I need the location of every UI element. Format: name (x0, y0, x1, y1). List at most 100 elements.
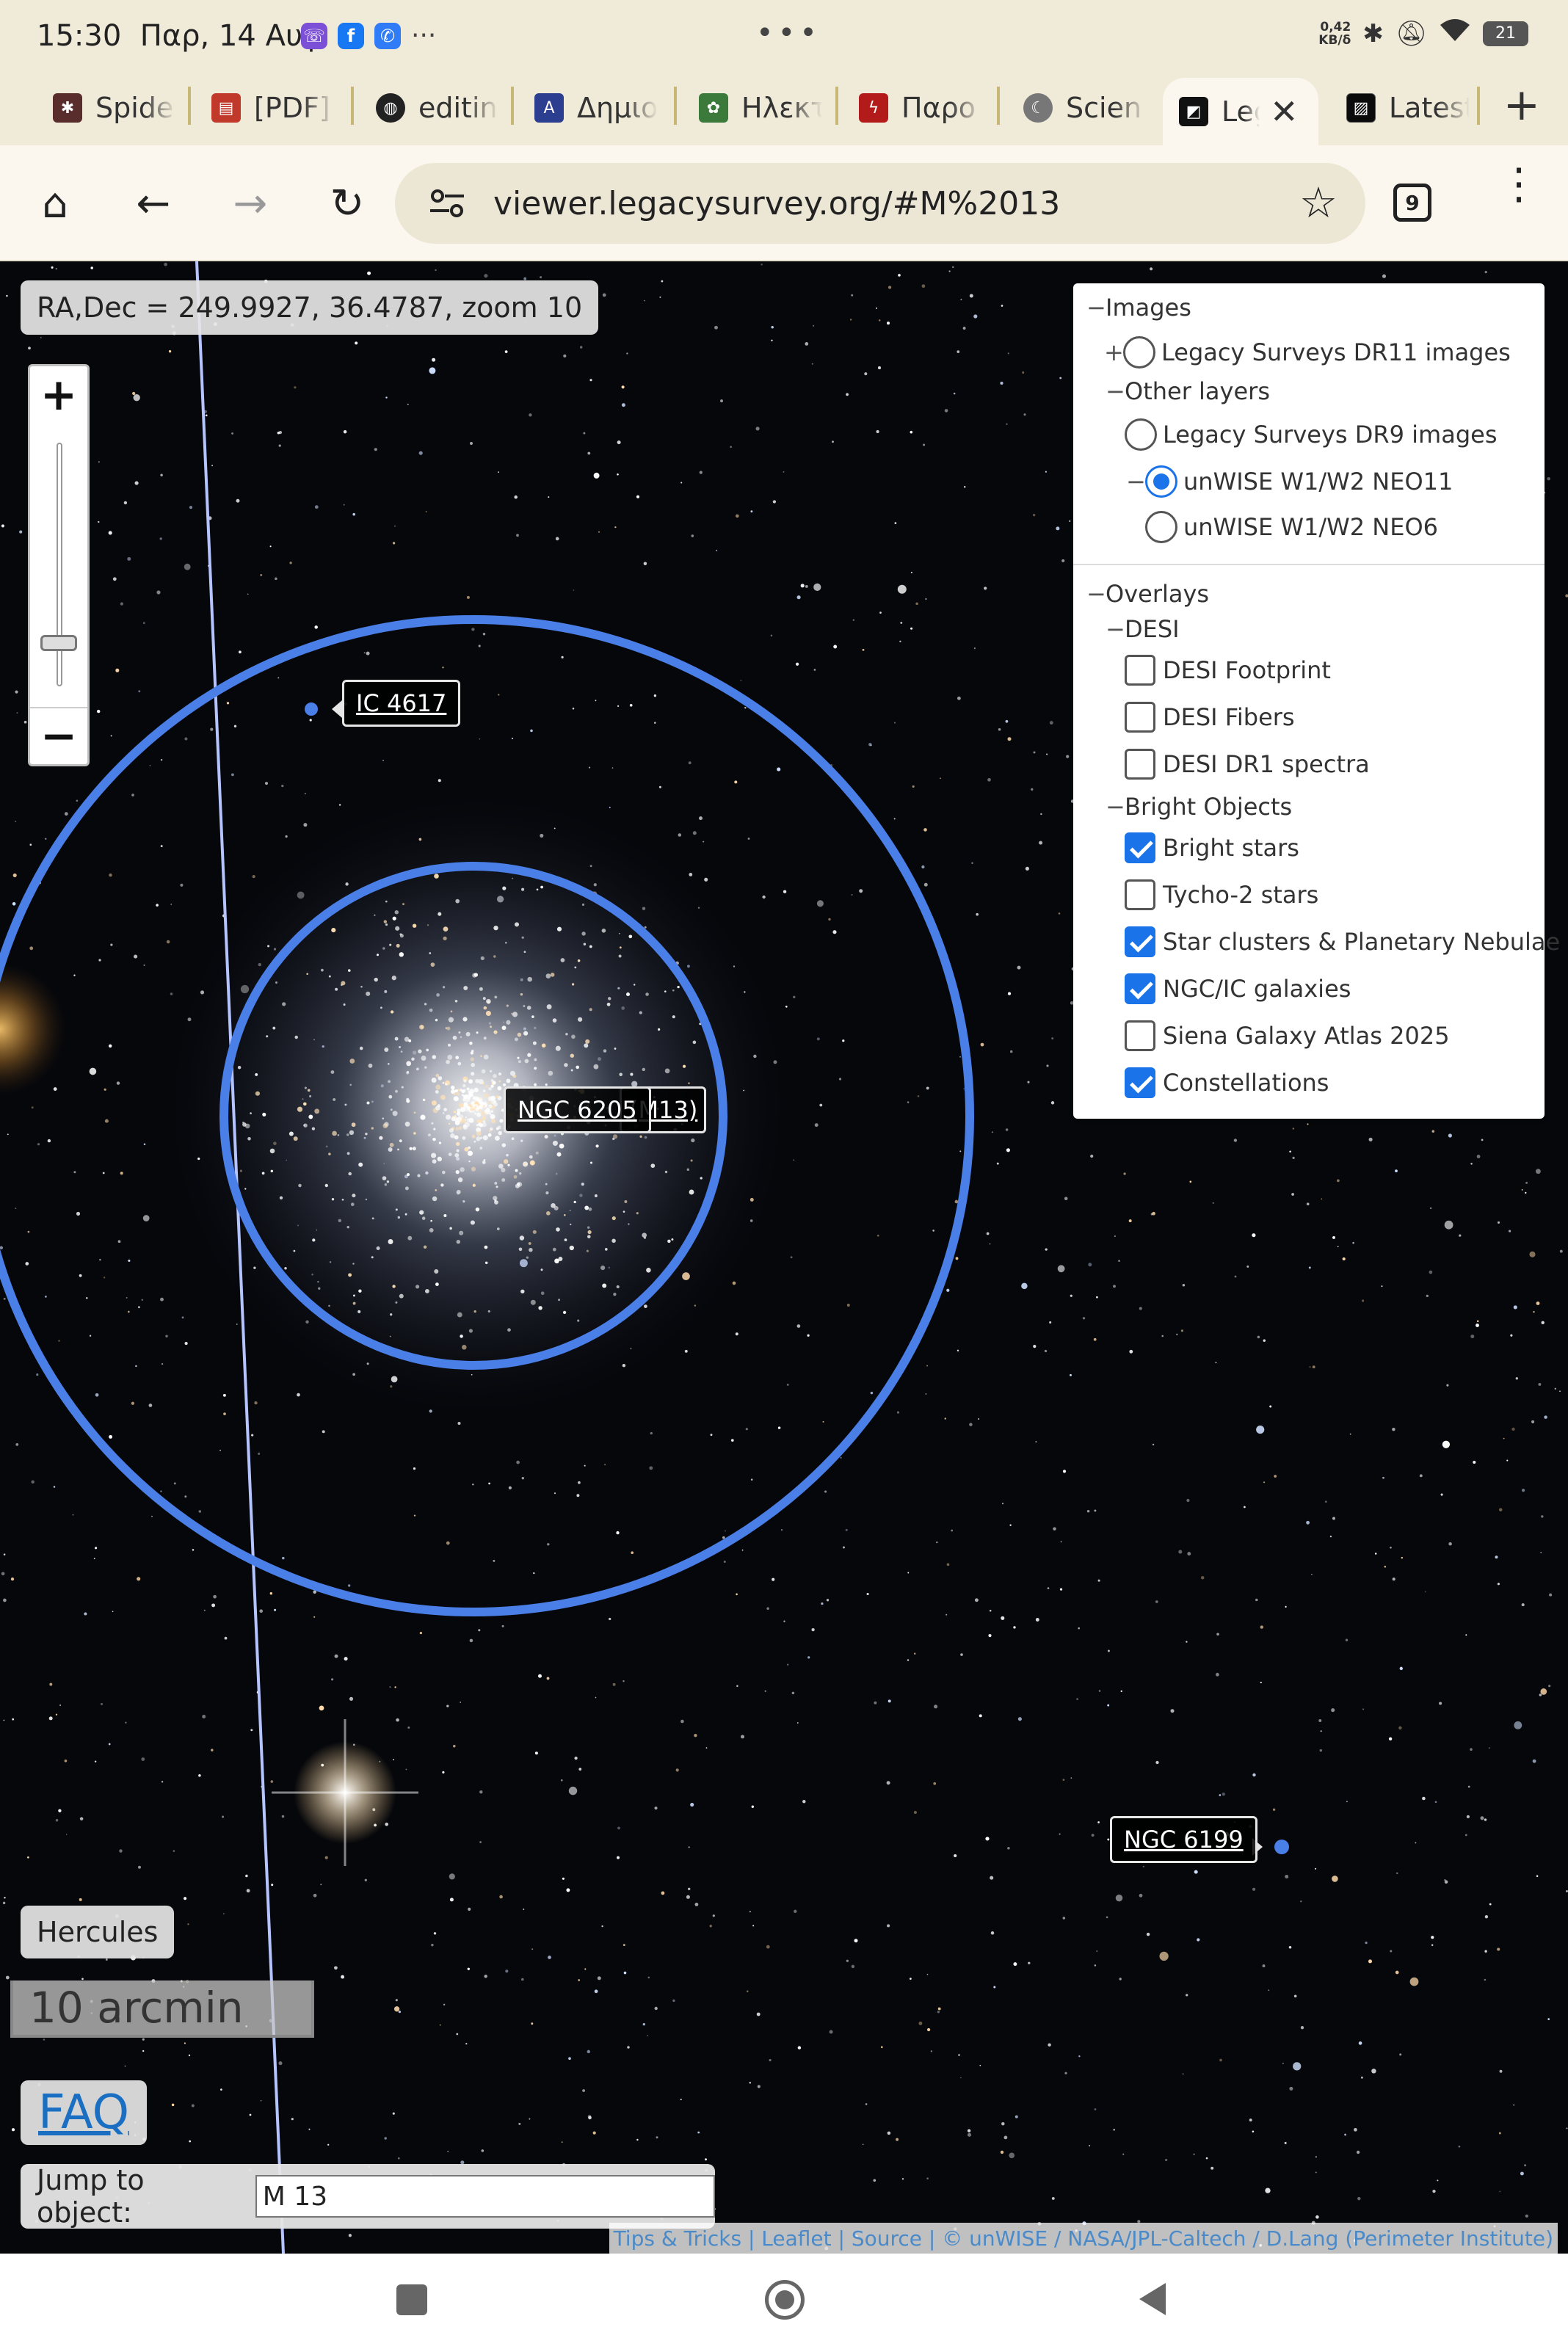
home-nav-icon[interactable] (765, 2280, 805, 2320)
checkbox-bright-stars[interactable] (1125, 832, 1155, 863)
star (1268, 1989, 1270, 1992)
star (1554, 1387, 1557, 1390)
tab-switcher-button[interactable]: 9 (1393, 184, 1431, 222)
zoom-in-button[interactable]: + (30, 366, 87, 424)
expand-toggle[interactable]: + (1104, 338, 1124, 366)
menu-icon[interactable]: ⋮ (1498, 162, 1540, 205)
desi-section[interactable]: − DESI (1106, 615, 1180, 643)
attribution[interactable]: Tips & Tricks | Leaflet | Source | © unW… (609, 2223, 1558, 2254)
bright-objects-section[interactable]: − Bright Objects (1106, 793, 1292, 821)
star (1216, 1633, 1219, 1635)
layer-neo11[interactable]: − unWISE W1/W2 NEO11 (1126, 465, 1453, 498)
overlay-desi-fibers[interactable]: DESI Fibers (1125, 702, 1295, 733)
star (988, 1634, 992, 1638)
checkbox-star-clusters[interactable] (1125, 926, 1155, 957)
star (181, 1316, 184, 1319)
overlay-tycho2[interactable]: Tycho-2 stars (1125, 879, 1318, 910)
star (1061, 559, 1065, 562)
ngc6199-marker[interactable] (1274, 1840, 1289, 1854)
star (1544, 1415, 1547, 1419)
cluster-star (586, 1249, 589, 1252)
star (405, 1768, 407, 1771)
images-section[interactable]: − Images (1086, 294, 1191, 322)
layer-dr11[interactable]: + Legacy Surveys DR11 images (1104, 336, 1511, 368)
tab-legacy-active[interactable]: ◩ Legacy ✕ (1163, 78, 1318, 145)
bookmark-star-icon[interactable]: ☆ (1299, 178, 1337, 228)
home-icon[interactable]: ⌂ (28, 176, 82, 230)
tab-astrovox[interactable]: A Δημιουργ (518, 78, 658, 138)
tab-editing[interactable]: ◍ editing (360, 78, 499, 138)
checkbox-desi-fibers[interactable] (1125, 702, 1155, 733)
back-icon[interactable]: ← (126, 176, 181, 230)
collapse-toggle[interactable]: − (1086, 294, 1106, 322)
star (1150, 267, 1153, 271)
overlays-section[interactable]: − Overlays (1086, 580, 1209, 608)
overlay-desi-dr1[interactable]: DESI DR1 spectra (1125, 749, 1370, 780)
other-layers-section[interactable]: − Other layers (1106, 377, 1270, 405)
overlay-constellations[interactable]: Constellations (1125, 1067, 1329, 1098)
overlay-desi-footprint[interactable]: DESI Footprint (1125, 655, 1331, 686)
cluster-star (639, 1135, 642, 1139)
cluster-star (520, 993, 523, 996)
cluster-star (389, 943, 392, 946)
recents-icon[interactable] (396, 2284, 427, 2315)
zoom-slider-handle[interactable] (40, 635, 77, 651)
layer-neo6[interactable]: unWISE W1/W2 NEO6 (1145, 511, 1438, 543)
star (1337, 1179, 1340, 1183)
address-bar[interactable]: viewer.legacysurvey.org/#M%2013 ☆ (395, 163, 1365, 244)
zoom-out-button[interactable]: − (30, 707, 87, 764)
checkbox-constellations[interactable] (1125, 1067, 1155, 1098)
radio-dr9[interactable] (1125, 418, 1157, 451)
label-ngc6205[interactable]: NGC 6205 (504, 1086, 651, 1133)
close-icon[interactable]: ✕ (1270, 92, 1299, 131)
layer-dr9[interactable]: Legacy Surveys DR9 images (1125, 418, 1497, 451)
checkbox-desi-footprint[interactable] (1125, 655, 1155, 686)
cluster-star (554, 1258, 559, 1264)
collapse-toggle[interactable]: − (1106, 377, 1125, 405)
overlay-bright-stars[interactable]: Bright stars (1125, 832, 1299, 863)
checkbox-ngc-ic[interactable] (1125, 973, 1155, 1004)
star (1107, 1838, 1110, 1841)
faq-link[interactable]: FAQ (21, 2080, 147, 2145)
collapse-toggle[interactable]: − (1126, 468, 1146, 495)
tab-paro[interactable]: ϟ Παρο (843, 78, 982, 138)
label-ic4617[interactable]: IC 4617 (342, 680, 461, 727)
radio-neo11[interactable] (1145, 465, 1177, 498)
star (849, 319, 852, 321)
star (76, 799, 79, 802)
star (1466, 1815, 1470, 1818)
star (1082, 1317, 1086, 1320)
collapse-toggle[interactable]: − (1086, 580, 1106, 608)
url-text[interactable]: viewer.legacysurvey.org/#M%2013 (493, 185, 1060, 222)
tab-spider[interactable]: ✱ Spider (37, 78, 176, 138)
browser-toolbar: ⌂ ← → ↻ viewer.legacysurvey.org/#M%2013 … (0, 145, 1568, 261)
jump-input[interactable] (255, 2175, 715, 2218)
sky-map[interactable]: RA,Dec = 249.9927, 36.4787, zoom 10 + − … (0, 261, 1568, 2254)
star (1050, 1101, 1055, 1105)
forward-icon[interactable]: → (223, 176, 277, 230)
checkbox-tycho2[interactable] (1125, 879, 1155, 910)
overlay-siena[interactable]: Siena Galaxy Atlas 2025 (1125, 1020, 1450, 1051)
radio-neo6[interactable] (1145, 511, 1177, 543)
ic4617-marker[interactable] (305, 702, 318, 716)
star (184, 1495, 187, 1498)
checkbox-siena[interactable] (1125, 1020, 1155, 1051)
star (649, 1466, 653, 1470)
back-nav-icon[interactable] (1136, 2281, 1169, 2320)
radio-dr11[interactable] (1123, 336, 1155, 368)
tab-science[interactable]: ☾ Scien (1007, 78, 1147, 138)
tab-latest[interactable]: ▨ Latest (1330, 78, 1470, 138)
overlay-ngc-ic[interactable]: NGC/IC galaxies (1125, 973, 1351, 1004)
window-handle-icon[interactable]: ••• (756, 16, 821, 50)
collapse-toggle[interactable]: − (1106, 793, 1125, 821)
tab-pdf[interactable]: ▤ [PDF] (195, 78, 335, 138)
overlay-star-clusters[interactable]: Star clusters & Planetary Nebulae (1125, 926, 1560, 957)
site-settings-icon[interactable] (427, 184, 467, 223)
tab-hlektr[interactable]: ✿ Ηλεκτ (683, 78, 822, 138)
collapse-toggle[interactable]: − (1106, 615, 1125, 643)
checkbox-desi-dr1[interactable] (1125, 749, 1155, 780)
label-ngc6199[interactable]: NGC 6199 (1110, 1816, 1257, 1863)
reload-icon[interactable]: ↻ (320, 176, 374, 230)
star (1319, 1749, 1323, 1752)
new-tab-button[interactable]: + (1503, 79, 1540, 131)
